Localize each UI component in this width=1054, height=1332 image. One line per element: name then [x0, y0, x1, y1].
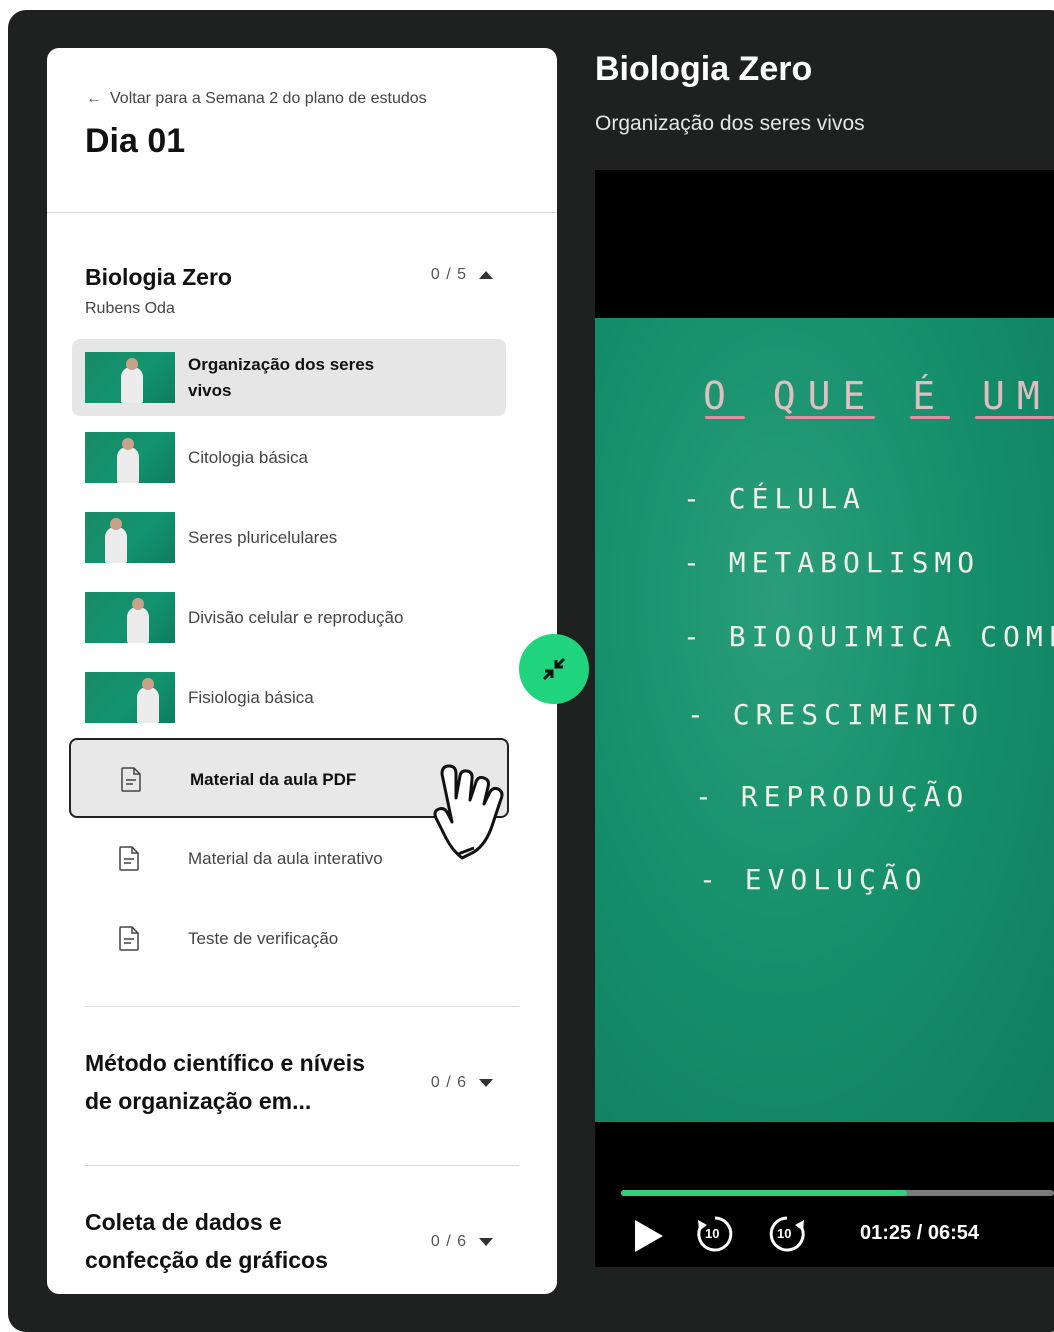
lesson-thumbnail [85, 592, 175, 643]
chalk-underline [785, 416, 875, 419]
material-label: Material da aula PDF [190, 770, 357, 789]
course-progress: 0 / 6 [431, 1074, 493, 1092]
sidebar-header: ← Voltar para a Semana 2 do plano de est… [47, 48, 557, 213]
back-link[interactable]: ← Voltar para a Semana 2 do plano de est… [86, 90, 427, 108]
chalk-underline [705, 416, 745, 419]
board-line: - EVOLUÇÃO [699, 863, 928, 896]
lesson-label: Fisiologia básica [188, 687, 314, 707]
course-header-biologia-zero[interactable]: Biologia Zero Rubens Oda 0 / 5 [85, 258, 519, 318]
board-heading: O QUE É UM [703, 374, 1052, 418]
video-progress-bar[interactable] [621, 1190, 1054, 1196]
divider [85, 1006, 519, 1007]
main-subtitle: Organização dos seres vivos [595, 112, 865, 135]
play-icon[interactable] [633, 1218, 665, 1254]
collapse-sidebar-button[interactable] [519, 634, 589, 704]
chalk-underline [975, 416, 1054, 419]
course-header-metodo-cientifico[interactable]: Método científico e níveis de organizaçã… [85, 1044, 519, 1120]
rewind-seconds: 10 [705, 1226, 720, 1241]
hand-pointer-cursor-icon [433, 764, 504, 860]
divider [85, 1165, 519, 1166]
main-title: Biologia Zero [595, 50, 813, 88]
lesson-item[interactable]: Citologia básica [72, 419, 506, 496]
forward-10-button[interactable]: 10 [767, 1214, 807, 1254]
chevron-down-icon[interactable] [479, 1238, 493, 1246]
arrow-left-icon: ← [86, 90, 102, 107]
board-line: - CRESCIMENTO [687, 698, 985, 731]
lesson-item[interactable]: Seres pluricelulares [72, 499, 506, 576]
video-progress-fill [621, 1190, 907, 1196]
material-label: Teste de verificação [188, 929, 339, 948]
board-line: - BIOQUIMICA COMP [683, 620, 1054, 653]
sidebar: ← Voltar para a Semana 2 do plano de est… [47, 48, 557, 1294]
lesson-label: Seres pluricelulares [188, 527, 338, 547]
board-line: - CÉLULA [683, 482, 866, 515]
lesson-label: Organização dos seres vivos [188, 354, 375, 400]
course-progress: 0 / 5 [431, 266, 493, 284]
lesson-item-active[interactable]: Organização dos seres vivos [72, 339, 506, 416]
lesson-item[interactable]: Divisão celular e reprodução [72, 579, 506, 656]
course-teacher: Rubens Oda [85, 300, 175, 317]
video-player[interactable]: O QUE É UM - CÉLULA - METABOLISMO - BIOQ… [595, 170, 1054, 1267]
lesson-label: Citologia básica [188, 447, 309, 467]
document-icon [119, 926, 139, 951]
course-progress-text: 0 / 6 [430, 1233, 467, 1250]
board-line: - METABOLISMO [683, 546, 981, 579]
back-link-label: Voltar para a Semana 2 do plano de estud… [110, 90, 427, 107]
lesson-thumbnail [85, 432, 175, 483]
document-icon [119, 846, 139, 871]
collapse-arrows-icon [542, 657, 566, 681]
lesson-label: Divisão celular e reprodução [188, 607, 404, 627]
course-progress: 0 / 6 [431, 1233, 493, 1251]
chevron-up-icon[interactable] [479, 271, 493, 279]
board-line: - REPRODUÇÃO [695, 780, 970, 813]
video-time: 01:25 / 06:54 [860, 1222, 979, 1244]
forward-seconds: 10 [777, 1226, 792, 1241]
rewind-10-button[interactable]: 10 [695, 1214, 735, 1254]
chalk-underline [910, 416, 950, 419]
day-title: Dia 01 [85, 122, 186, 160]
lesson-thumbnail [85, 352, 175, 403]
course-progress-text: 0 / 5 [430, 266, 467, 283]
course-header-coleta-de-dados[interactable]: Coleta de dados e confecção de gráficos … [85, 1203, 519, 1279]
material-item-test[interactable]: Teste de verificação [69, 899, 509, 979]
chevron-down-icon[interactable] [479, 1079, 493, 1087]
course-progress-text: 0 / 6 [430, 1074, 467, 1091]
lesson-thumbnail [85, 512, 175, 563]
material-label: Material da aula interativo [188, 849, 383, 868]
video-frame-chalkboard: O QUE É UM - CÉLULA - METABOLISMO - BIOQ… [595, 318, 1054, 1122]
lesson-item[interactable]: Fisiologia básica [72, 659, 506, 736]
lesson-thumbnail [85, 672, 175, 723]
document-icon [121, 767, 141, 792]
